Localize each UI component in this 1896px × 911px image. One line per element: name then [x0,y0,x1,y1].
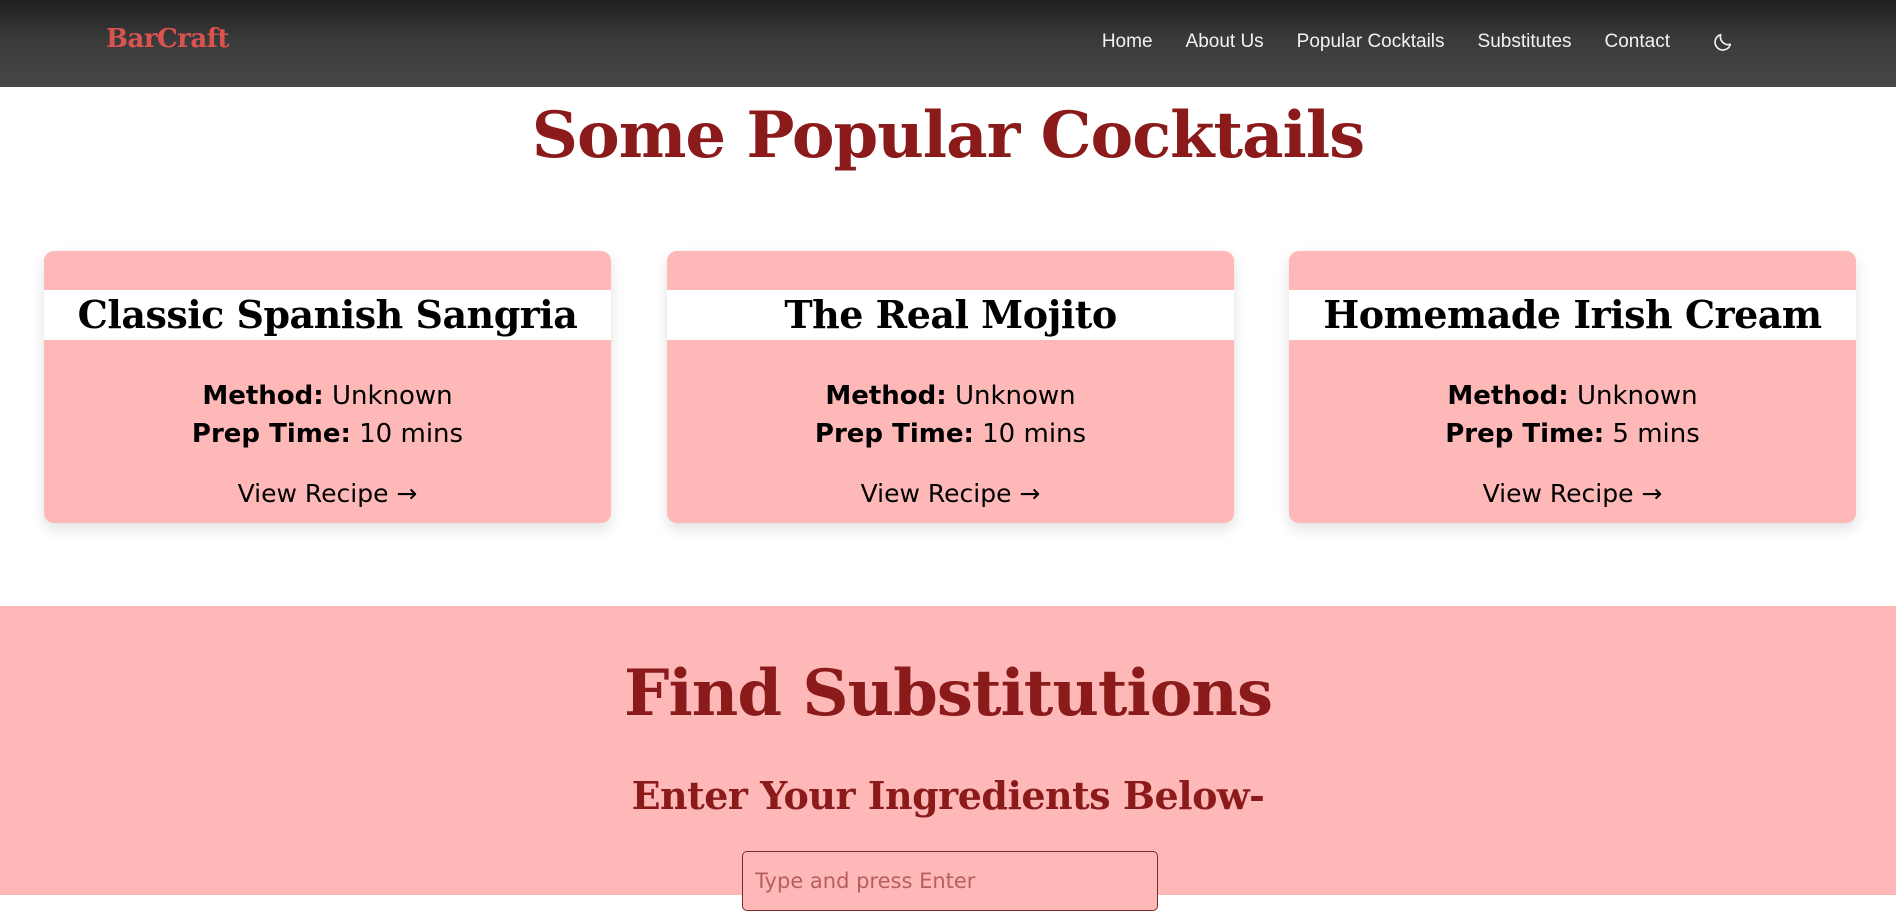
substitutions-subtitle: Enter Your Ingredients Below- [631,773,1265,818]
method-value: Unknown [1576,381,1698,411]
cocktail-card-title: Homemade Irish Cream [1289,290,1856,340]
nav-link-about-us[interactable]: About Us [1186,31,1264,53]
prep-time-value: 5 mins [1612,419,1700,449]
popular-cocktails-title: Some Popular Cocktails [531,98,1365,173]
prep-time-label: Prep Time: [814,419,974,449]
substitutions-section: Find Substitutions Enter Your Ingredient… [0,606,1896,911]
cocktail-prep-time: Prep Time: 10 mins [44,419,611,449]
cocktail-card: Classic Spanish Sangria Method: Unknown … [44,251,611,523]
navbar: BarCraft Home About Us Popular Cocktails… [0,0,1896,87]
ingredient-input[interactable] [742,851,1158,911]
nav-link-popular-cocktails[interactable]: Popular Cocktails [1297,31,1445,53]
cocktail-prep-time: Prep Time: 5 mins [1289,419,1856,449]
nav-link-contact[interactable]: Contact [1605,31,1670,53]
cocktail-method: Method: Unknown [44,381,611,411]
view-recipe-link[interactable]: View Recipe → [1289,479,1856,508]
prep-time-value: 10 mins [359,419,464,449]
cocktail-method: Method: Unknown [1289,381,1856,411]
view-recipe-link[interactable]: View Recipe → [667,479,1234,508]
method-label: Method: [1447,381,1569,411]
method-value: Unknown [331,381,453,411]
nav-link-home[interactable]: Home [1102,31,1153,53]
theme-toggle-button[interactable] [1710,29,1736,55]
cocktail-card-title: Classic Spanish Sangria [44,290,611,340]
cocktail-card-title: The Real Mojito [667,290,1234,340]
nav-links: Home About Us Popular Cocktails Substitu… [1069,29,1736,55]
cocktail-prep-time: Prep Time: 10 mins [667,419,1234,449]
method-value: Unknown [954,381,1076,411]
cocktail-method: Method: Unknown [667,381,1234,411]
cocktail-card: The Real Mojito Method: Unknown Prep Tim… [667,251,1234,523]
nav-link-substitutes[interactable]: Substitutes [1478,31,1572,53]
substitutions-title: Find Substitutions [624,656,1273,731]
brand-logo[interactable]: BarCraft [106,24,229,54]
prep-time-value: 10 mins [982,419,1087,449]
method-label: Method: [202,381,324,411]
view-recipe-link[interactable]: View Recipe → [44,479,611,508]
moon-icon [1714,33,1732,51]
prep-time-label: Prep Time: [191,419,351,449]
cocktail-card: Homemade Irish Cream Method: Unknown Pre… [1289,251,1856,523]
prep-time-label: Prep Time: [1445,419,1605,449]
method-label: Method: [825,381,947,411]
